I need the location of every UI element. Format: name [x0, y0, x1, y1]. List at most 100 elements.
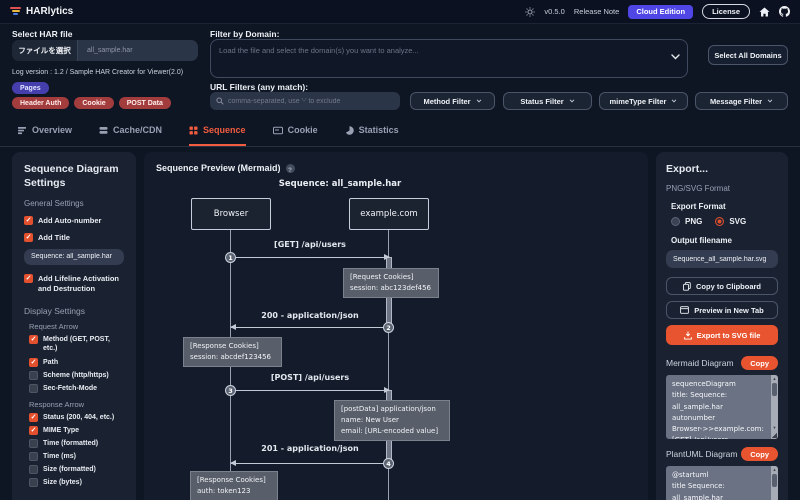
- scroll-up-icon[interactable]: ▲: [771, 466, 778, 473]
- checkbox-scheme[interactable]: Scheme (http/https): [29, 370, 124, 380]
- scroll-down-icon[interactable]: ▼: [771, 424, 778, 431]
- message-arrow-right: [231, 254, 390, 260]
- select-har-label: Select HAR file: [12, 29, 73, 39]
- scroll-up-icon[interactable]: ▲: [771, 375, 778, 382]
- checkbox-mime-type[interactable]: MIME Type: [29, 425, 124, 435]
- checkbox-checked-icon[interactable]: [24, 216, 33, 226]
- overview-bars-icon: [18, 126, 26, 134]
- tab-sequence[interactable]: Sequence: [189, 118, 246, 146]
- copy-to-clipboard-button[interactable]: Copy to Clipboard: [666, 277, 778, 296]
- select-all-domains-button[interactable]: Select All Domains: [708, 45, 788, 65]
- checkbox-status[interactable]: Status (200, 404, etc.): [29, 412, 124, 422]
- github-icon[interactable]: [779, 6, 790, 17]
- status-filter-button[interactable]: Status Filter: [503, 92, 592, 110]
- copy-plantuml-button[interactable]: Copy: [741, 447, 778, 462]
- checkbox-checked-icon[interactable]: [29, 425, 38, 435]
- release-note-link[interactable]: Release Note: [574, 7, 619, 16]
- checkbox-checked-icon[interactable]: [24, 273, 33, 283]
- export-title: Export...: [666, 163, 709, 175]
- checkbox-checked-icon[interactable]: [29, 357, 38, 367]
- tab-cookie[interactable]: Cookie: [272, 118, 318, 146]
- mermaid-sequence-diagram: Sequence: all_sample.har Browser example…: [144, 152, 648, 500]
- export-to-svg-button[interactable]: Export to SVG file: [666, 325, 778, 346]
- chevron-down-icon: [476, 99, 481, 103]
- sequence-settings-panel: Sequence Diagram Settings General Settin…: [12, 152, 136, 500]
- radio-png[interactable]: [671, 217, 680, 227]
- radio-svg[interactable]: [715, 217, 725, 227]
- checkbox-size-formatted[interactable]: Size (formatted): [29, 465, 124, 475]
- diagram-title: Sequence: all_sample.har: [278, 179, 402, 189]
- scrollbar[interactable]: ▲ ▼: [771, 375, 778, 440]
- message-label: 200 - application/json: [261, 311, 359, 320]
- checkbox-lifeline-activation[interactable]: Add Lifeline Activation and Destruction: [24, 273, 124, 294]
- checkbox-sec-fetch-mode[interactable]: Sec-Fetch-Mode: [29, 383, 124, 393]
- sequence-number: 1: [225, 252, 236, 263]
- cookie-badge: Cookie: [74, 97, 114, 109]
- output-filename-label: Output filename: [671, 236, 732, 246]
- output-filename-input[interactable]: [666, 250, 778, 269]
- plantuml-code-box[interactable]: @startuml title Sequence: all_sample.har…: [666, 466, 778, 500]
- checkbox-unchecked-icon[interactable]: [29, 478, 38, 488]
- export-format-radios: PNG SVG: [671, 217, 778, 227]
- checkbox-unchecked-icon[interactable]: [29, 383, 38, 393]
- mermaid-diagram-heading: Mermaid Diagram: [666, 358, 734, 369]
- mermaid-code[interactable]: sequenceDiagram title: Sequence: all_sam…: [666, 375, 778, 439]
- header-auth-badge: Header Auth: [12, 97, 70, 109]
- har-file-input[interactable]: ファイルを選択 all_sample.har: [12, 40, 198, 61]
- scroll-thumb[interactable]: [772, 383, 777, 397]
- app-root: HARlytics v0.5.0 Release Note Cloud Edit…: [0, 0, 800, 500]
- method-filter-button[interactable]: Method Filter: [410, 92, 495, 110]
- png-svg-format-heading: PNG/SVG Format: [666, 184, 731, 194]
- checkbox-checked-icon[interactable]: [24, 233, 33, 243]
- mimetype-filter-button[interactable]: mimeType Filter: [599, 92, 688, 110]
- checkbox-unchecked-icon[interactable]: [29, 465, 38, 475]
- preview-in-new-tab-button[interactable]: Preview in New Tab: [666, 301, 778, 320]
- tab-overview[interactable]: Overview: [18, 118, 72, 146]
- general-settings-heading: General Settings: [24, 199, 84, 209]
- mermaid-code-box[interactable]: sequenceDiagram title: Sequence: all_sam…: [666, 375, 778, 440]
- license-button[interactable]: License: [702, 4, 750, 19]
- copy-mermaid-button[interactable]: Copy: [741, 356, 778, 371]
- post-data-badge: POST Data: [118, 97, 171, 109]
- tab-cache-cdn[interactable]: Cache/CDN: [99, 118, 162, 146]
- checkbox-unchecked-icon[interactable]: [29, 452, 38, 462]
- cookie-card-icon: [272, 126, 283, 134]
- sequence-number: 4: [383, 458, 394, 469]
- chevron-down-icon: [767, 99, 773, 103]
- export-format-label: Export Format: [671, 202, 726, 212]
- url-filters-label: URL Filters (any match):: [210, 82, 309, 92]
- checkbox-unchecked-icon[interactable]: [29, 439, 38, 448]
- theme-toggle-sun-icon[interactable]: [525, 6, 536, 17]
- checkbox-time-formatted[interactable]: Time (formatted): [29, 439, 124, 448]
- scroll-thumb[interactable]: [772, 474, 777, 488]
- checkbox-method[interactable]: Method (GET, POST, etc.): [29, 335, 124, 353]
- url-search-box[interactable]: [210, 92, 400, 110]
- resize-handle[interactable]: [771, 432, 777, 439]
- scrollbar[interactable]: ▲ ▼: [771, 466, 778, 500]
- domain-select[interactable]: Load the file and select the domain(s) y…: [210, 39, 688, 78]
- message-arrow-left: [230, 460, 389, 466]
- url-filter-input[interactable]: [228, 97, 388, 105]
- diagram-title-input[interactable]: [24, 248, 124, 265]
- checkbox-checked-icon[interactable]: [29, 335, 38, 345]
- filter-by-domain-label: Filter by Domain:: [210, 29, 280, 39]
- checkbox-size-bytes[interactable]: Size (bytes): [29, 478, 124, 488]
- actor-browser: Browser: [191, 198, 271, 230]
- header-bar: HARlytics v0.5.0 Release Note Cloud Edit…: [0, 0, 800, 24]
- choose-file-button[interactable]: ファイルを選択: [12, 40, 78, 61]
- plantuml-code[interactable]: @startuml title Sequence: all_sample.har…: [666, 466, 778, 500]
- domain-select-placeholder: Load the file and select the domain(s) y…: [219, 46, 419, 55]
- checkbox-path[interactable]: Path: [29, 357, 124, 367]
- checkbox-unchecked-icon[interactable]: [29, 370, 38, 380]
- radio-svg-label: SVG: [729, 217, 747, 227]
- checkbox-add-title[interactable]: Add Title: [24, 233, 124, 243]
- checkbox-add-auto-number[interactable]: Add Auto-number: [24, 216, 124, 226]
- checkbox-checked-icon[interactable]: [29, 412, 38, 422]
- message-filter-button[interactable]: Message Filter: [695, 92, 788, 110]
- tab-statistics[interactable]: Statistics: [345, 118, 399, 146]
- app-logo: HARlytics: [10, 6, 73, 17]
- cache-stack-icon: [99, 126, 108, 134]
- checkbox-time-ms[interactable]: Time (ms): [29, 452, 124, 462]
- home-icon[interactable]: [759, 6, 770, 17]
- message-label: 201 - application/json: [261, 444, 359, 453]
